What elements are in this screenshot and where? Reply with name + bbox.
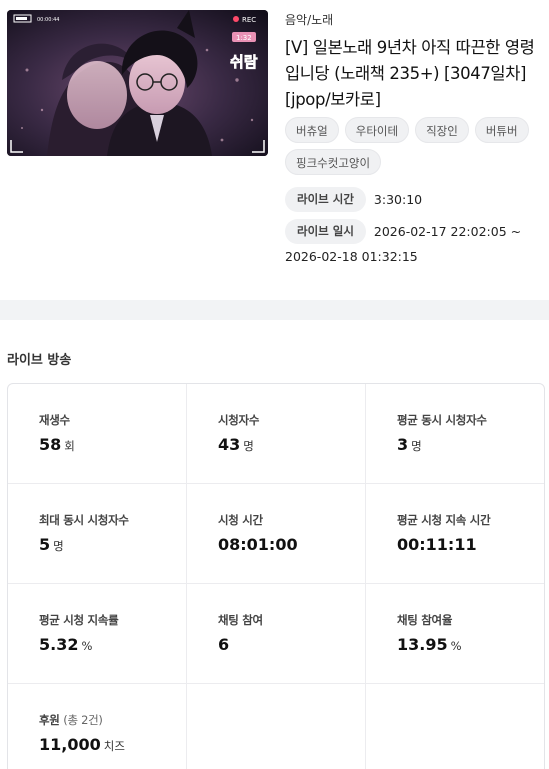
stat-label: 채팅 참여율 xyxy=(397,613,453,627)
thumbnail-art: 00:00:44 REC 1:32 쉬람 xyxy=(7,10,268,156)
stat-label: 후원 xyxy=(39,713,60,727)
stat-value: 5 xyxy=(39,535,51,554)
stat-empty xyxy=(187,684,366,769)
live-time-row: 라이브 시간 3:30:10 xyxy=(285,187,422,212)
video-thumbnail[interactable]: 00:00:44 REC 1:32 쉬람 xyxy=(7,10,268,156)
thumbnail-rec-label: REC xyxy=(242,16,256,24)
thumbnail-counter: 1:32 xyxy=(236,34,252,42)
stat-chat-rate: 채팅 참여율 13.95% xyxy=(366,584,544,684)
live-date-end: 2026-02-18 01:32:15 xyxy=(285,249,418,264)
stat-value: 00:11:11 xyxy=(397,535,477,554)
stat-viewers: 시청자수 43 명 xyxy=(187,384,366,484)
stat-max-concurrent: 최대 동시 시청자수 5명 xyxy=(8,484,187,584)
stat-unit: 명 xyxy=(243,439,254,453)
section-divider xyxy=(0,300,549,320)
stat-chat-participation: 채팅 참여 6 xyxy=(187,584,366,684)
stat-value: 6 xyxy=(218,635,230,654)
stat-label: 채팅 참여 xyxy=(218,613,263,627)
video-info-panel: 00:00:44 REC 1:32 쉬람 음악/노래 [V] 일본노래 9년차 … xyxy=(0,0,549,300)
tag-chip[interactable]: 직장인 xyxy=(415,117,469,143)
tag-chip[interactable]: 버튜버 xyxy=(474,117,529,143)
thumbnail-overlay-text: 쉬람 xyxy=(230,53,258,71)
stat-value: 11,000 xyxy=(39,735,101,754)
stat-avg-retention: 평균 시청 지속률 5.32% xyxy=(8,584,187,684)
stat-unit: % xyxy=(81,639,93,653)
live-date-label: 라이브 일시 xyxy=(285,219,366,244)
stat-value: 08:01:00 xyxy=(218,535,298,554)
live-date-row: 라이브 일시 2026-02-17 22:02:05 ~ xyxy=(285,219,521,244)
stat-watch-time: 시청 시간 08:01:00 xyxy=(187,484,366,584)
stat-empty xyxy=(366,684,544,769)
stat-donations: 후원 (총 2건) 11,000 치즈 xyxy=(8,684,187,769)
stat-unit: 명 xyxy=(53,539,64,553)
stat-label: 최대 동시 시청자수 xyxy=(39,513,129,527)
stat-unit: % xyxy=(450,639,462,653)
stat-label: 평균 시청 지속 시간 xyxy=(397,513,491,527)
stat-label: 시청자수 xyxy=(218,413,260,427)
stat-value: 5.32 xyxy=(39,635,79,654)
stat-avg-watch-duration: 평균 시청 지속 시간 00:11:11 xyxy=(366,484,544,584)
stat-label: 평균 시청 지속률 xyxy=(39,613,119,627)
tag-chip[interactable]: 우타이테 xyxy=(344,117,410,143)
video-category: 음악/노래 xyxy=(285,13,334,27)
stat-avg-concurrent: 평균 동시 시청자수 3명 xyxy=(366,384,544,484)
stat-unit: 회 xyxy=(64,439,75,453)
stat-label: 시청 시간 xyxy=(218,513,263,527)
stat-label: 평균 동시 시청자수 xyxy=(397,413,487,427)
stat-label: 재생수 xyxy=(39,413,70,427)
tag-chip[interactable]: 핑크수컷고양이 xyxy=(285,149,382,175)
section-title: 라이브 방송 xyxy=(7,353,72,368)
stat-value: 58 xyxy=(39,435,62,454)
thumbnail-hud-time: 00:00:44 xyxy=(37,17,59,23)
stat-unit: 명 xyxy=(411,439,422,453)
live-time-label: 라이브 시간 xyxy=(285,187,366,212)
stat-value: 13.95 xyxy=(397,635,448,654)
tag-list: 버츄얼 우타이테 직장인 버튜버 핑크수컷고양이 xyxy=(285,117,545,175)
stats-grid: 재생수 58 회 시청자수 43 명 평균 동시 시청자수 3명 최대 동시 시청자… xyxy=(7,383,545,769)
video-title: [V] 일본노래 9년차 아직 따끈한 영령입니당 (노래책 235+) [30… xyxy=(285,38,535,109)
stat-sublabel: (총 2건) xyxy=(63,713,103,727)
stat-value: 3 xyxy=(397,435,409,454)
stat-unit: 치즈 xyxy=(103,739,125,753)
live-date-start: 2026-02-17 22:02:05 ~ xyxy=(373,224,522,239)
live-time-value: 3:30:10 xyxy=(373,192,423,207)
stat-views: 재생수 58 회 xyxy=(8,384,187,484)
tag-chip[interactable]: 버츄얼 xyxy=(285,117,339,143)
stat-value: 43 xyxy=(218,435,241,454)
